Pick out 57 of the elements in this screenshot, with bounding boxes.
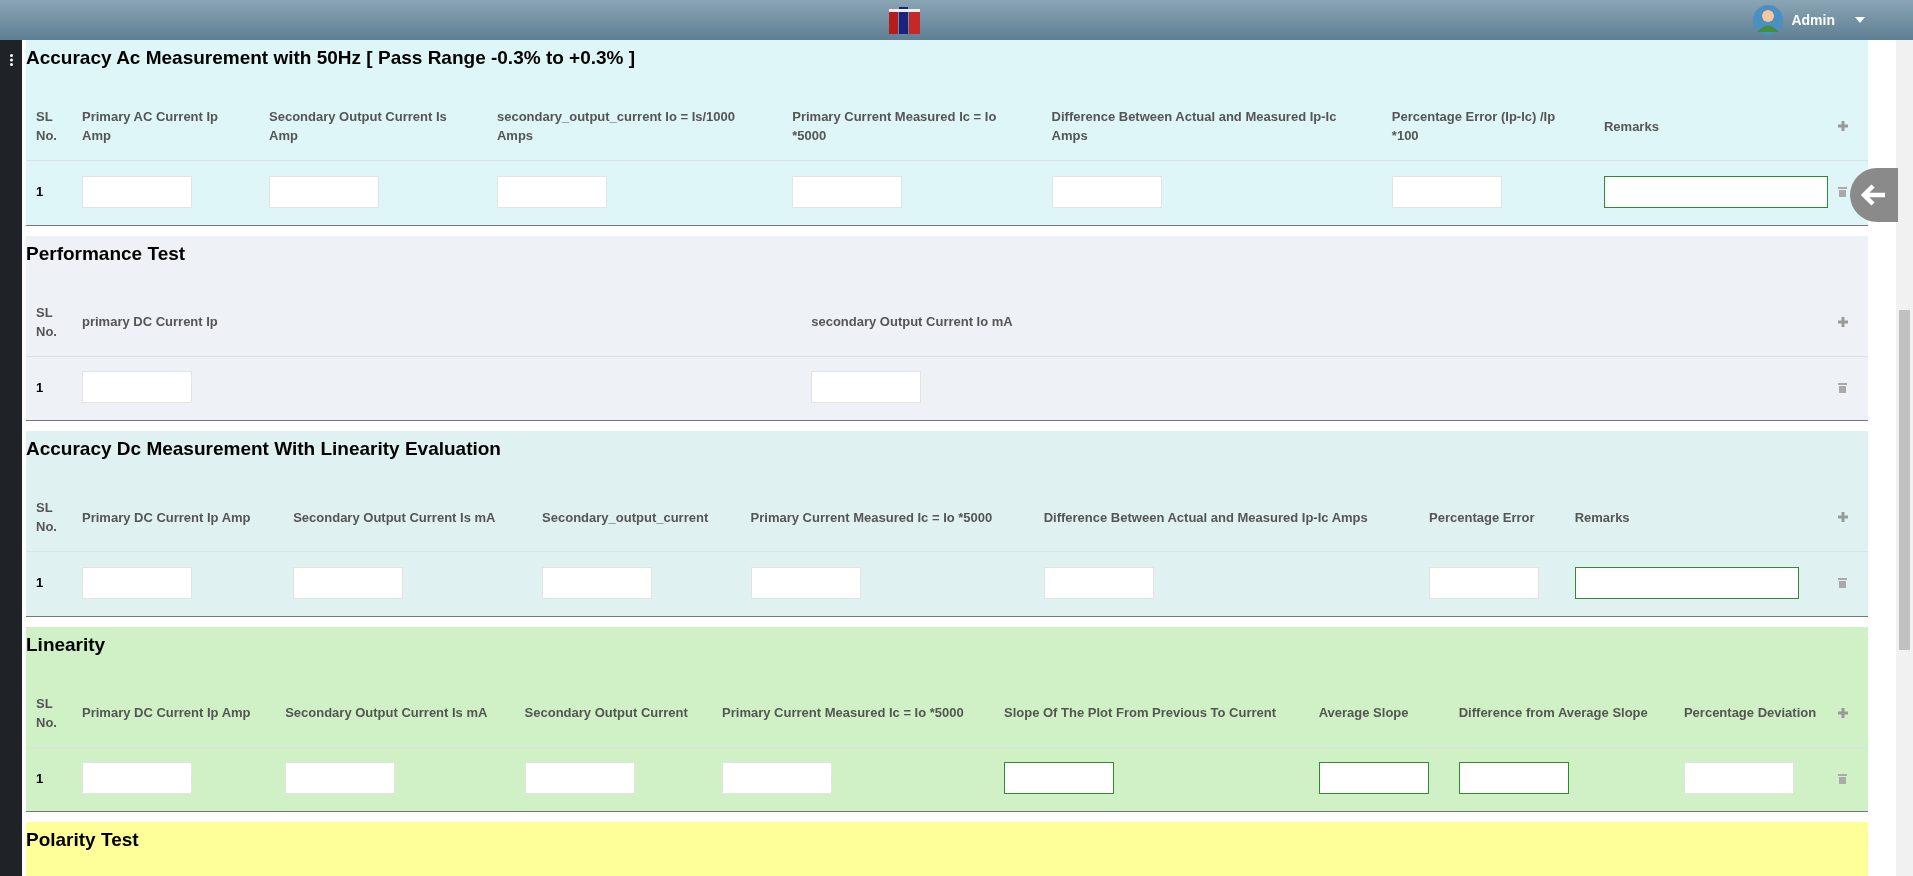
add-icon[interactable] bbox=[1838, 512, 1848, 523]
column-header: Primary Current Measured Ic = Io *5000 bbox=[750, 509, 993, 525]
column-header: Primary DC Current Ip Amp bbox=[82, 705, 251, 721]
column-header: Percentage Error (Ip-Ic) /Ip *100 bbox=[1391, 109, 1556, 144]
more-icon[interactable] bbox=[9, 54, 13, 66]
column-header: Secondary_output_current bbox=[542, 509, 709, 525]
column-header: SL No. bbox=[36, 500, 57, 535]
column-header: Primary Current Measured Ic = Io *5000 bbox=[792, 109, 997, 144]
trash-icon[interactable] bbox=[1838, 381, 1847, 393]
column-header: Primary Current Measured Ic = Io *5000 bbox=[722, 705, 964, 721]
section-title: Accuracy Ac Measurement with 50Hz [ Pass Range -0.3% to +0.3% ] bbox=[26, 47, 636, 68]
input-field[interactable] bbox=[1603, 175, 1828, 208]
column-header: primary DC Current Ip bbox=[82, 314, 218, 330]
trash-icon[interactable] bbox=[1838, 577, 1847, 589]
column-header: Secondary Output Current bbox=[524, 705, 688, 721]
column-header: secondary_output_current Io = Is/1000 Amps bbox=[496, 109, 735, 144]
column-header: SL No. bbox=[36, 109, 57, 144]
column-header: Difference Between Actual and Measured Ip-Ic Amps bbox=[1043, 509, 1368, 525]
input-field[interactable] bbox=[1458, 762, 1569, 795]
input-field[interactable] bbox=[1574, 566, 1799, 599]
column-header: Remarks bbox=[1574, 509, 1630, 525]
trash-icon[interactable] bbox=[1838, 772, 1847, 784]
section-title: Linearity bbox=[26, 633, 106, 655]
section-title: Accuracy Dc Measurement With Linearity Evaluation bbox=[26, 438, 501, 459]
column-header: Slope Of The Plot From Previous To Current bbox=[1004, 705, 1277, 721]
input-field[interactable] bbox=[1004, 762, 1114, 795]
column-header: Primary AC Current Ip Amp bbox=[82, 109, 219, 144]
column-header: SL No. bbox=[36, 304, 57, 339]
column-header: Difference from Average Slope bbox=[1458, 705, 1648, 721]
column-header: Secondary Output Current Is mA bbox=[285, 705, 488, 721]
column-header: Remarks bbox=[1603, 118, 1659, 134]
column-header: Secondary Output Current Is mA bbox=[293, 509, 496, 525]
column-header: Difference Between Actual and Measured Ip-Ic Amps bbox=[1051, 109, 1337, 144]
add-icon[interactable] bbox=[1838, 707, 1848, 718]
arrow-left-icon bbox=[1861, 184, 1887, 206]
row-number: 1 bbox=[36, 379, 44, 395]
add-icon[interactable] bbox=[1838, 121, 1848, 132]
input-field[interactable] bbox=[1318, 762, 1429, 795]
column-header: Average Slope bbox=[1318, 705, 1409, 721]
add-icon[interactable] bbox=[1838, 316, 1848, 327]
trash-icon[interactable] bbox=[1838, 186, 1847, 198]
row-number: 1 bbox=[36, 184, 44, 199]
books-logo-icon bbox=[888, 5, 922, 35]
row-number: 1 bbox=[36, 770, 44, 786]
column-header: Percentage Error bbox=[1429, 509, 1535, 525]
row-number: 1 bbox=[36, 575, 44, 590]
column-header: SL No. bbox=[36, 695, 57, 730]
user-name[interactable]: Admin bbox=[1791, 9, 1835, 31]
section-title: Polarity Test bbox=[26, 829, 139, 850]
column-header: Primary DC Current Ip Amp bbox=[82, 509, 251, 525]
scrollbar[interactable] bbox=[1896, 40, 1913, 876]
column-header: secondary Output Current Io mA bbox=[811, 314, 1013, 330]
column-header: Percentage Deviation bbox=[1683, 705, 1817, 721]
caret-icon[interactable] bbox=[1855, 17, 1865, 23]
column-header: Secondary Output Current Is Amp bbox=[269, 109, 447, 144]
section-title: Performance Test bbox=[26, 242, 186, 264]
user-avatar-icon bbox=[1753, 5, 1784, 35]
